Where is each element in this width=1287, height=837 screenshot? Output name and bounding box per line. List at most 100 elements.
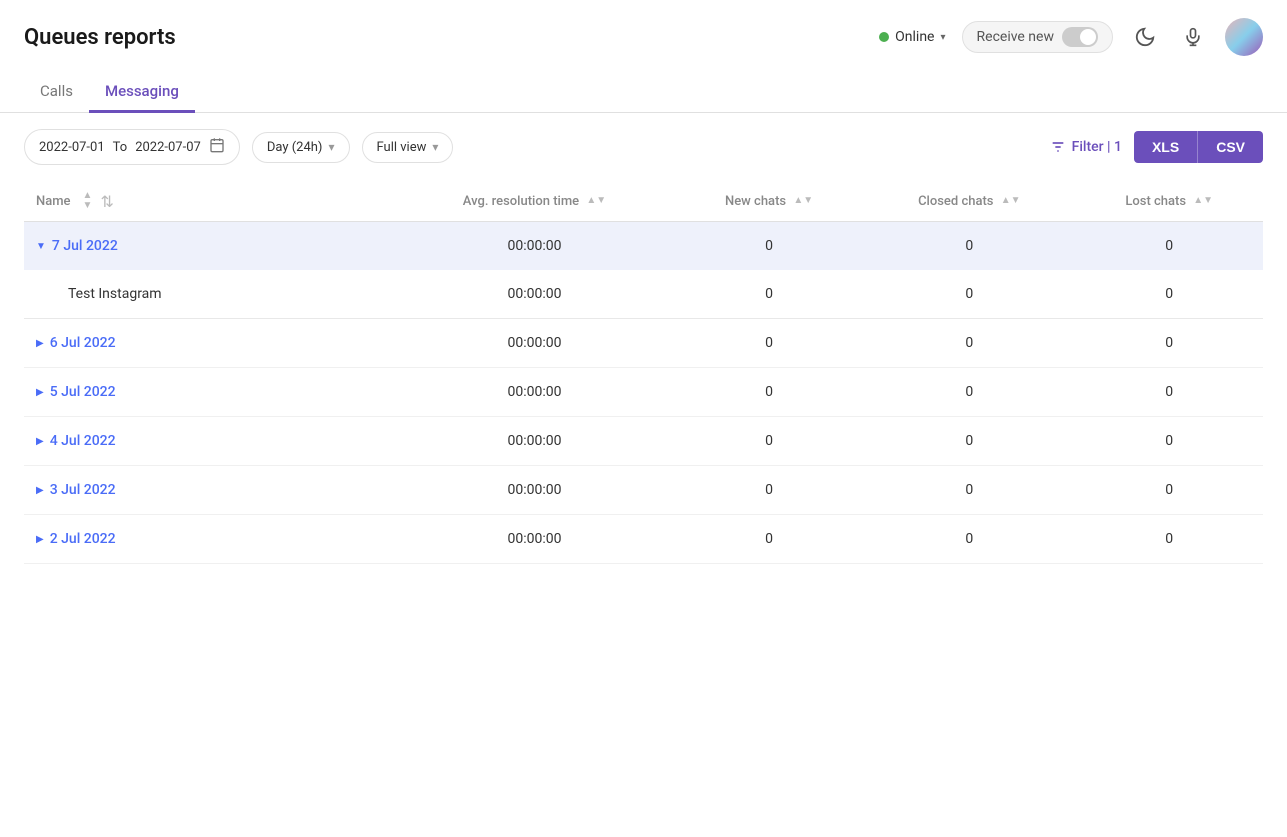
toolbar: 2022-07-01 To 2022-07-07 Day (24h) ▾ Ful… bbox=[0, 113, 1287, 181]
date-expand-button[interactable]: ▶ 4 Jul 2022 bbox=[36, 433, 382, 449]
period-chevron-icon: ▾ bbox=[328, 140, 334, 154]
date-label-text: 7 Jul 2022 bbox=[52, 238, 118, 254]
export-buttons: XLS CSV bbox=[1134, 131, 1263, 163]
date-expand-button[interactable]: ▶ 6 Jul 2022 bbox=[36, 335, 382, 351]
calendar-icon bbox=[209, 137, 225, 157]
tab-calls[interactable]: Calls bbox=[24, 72, 89, 113]
page-title: Queues reports bbox=[24, 25, 176, 50]
table-row: ▶ 3 Jul 2022 00:00:00 0 0 0 bbox=[24, 466, 1263, 515]
row-new-chats: 0 bbox=[675, 222, 863, 271]
row-lost-chats: 0 bbox=[1075, 319, 1263, 368]
col-controls-icon[interactable]: ⇅ bbox=[100, 192, 113, 211]
col-avg-label: Avg. resolution time bbox=[463, 194, 579, 209]
row-date-cell[interactable]: ▶ 6 Jul 2022 bbox=[24, 319, 394, 368]
filter-label: Filter | 1 bbox=[1072, 139, 1122, 155]
online-status[interactable]: Online ▾ bbox=[879, 29, 945, 45]
row-new-chats: 0 bbox=[675, 368, 863, 417]
date-expand-button[interactable]: ▶ 3 Jul 2022 bbox=[36, 482, 382, 498]
expand-icon: ▶ bbox=[36, 485, 44, 496]
row-closed-chats: 0 bbox=[863, 466, 1075, 515]
row-lost-chats: 0 bbox=[1075, 368, 1263, 417]
date-expand-button[interactable]: ▶ 5 Jul 2022 bbox=[36, 384, 382, 400]
user-avatar[interactable] bbox=[1225, 18, 1263, 56]
col-header-avg-resolution[interactable]: Avg. resolution time ▲▼ bbox=[394, 181, 675, 222]
date-range-picker[interactable]: 2022-07-01 To 2022-07-07 bbox=[24, 129, 240, 165]
view-label: Full view bbox=[377, 140, 427, 155]
row-date-cell[interactable]: ▼ 7 Jul 2022 bbox=[24, 222, 394, 271]
row-avg-resolution: 00:00:00 bbox=[394, 417, 675, 466]
col-new-sort-icon: ▲▼ bbox=[793, 196, 813, 206]
col-header-new-chats[interactable]: New chats ▲▼ bbox=[675, 181, 863, 222]
date-label-text: 6 Jul 2022 bbox=[50, 335, 116, 351]
row-avg-resolution: 00:00:00 bbox=[394, 222, 675, 271]
col-closed-chats-label: Closed chats bbox=[918, 194, 993, 209]
row-new-chats: 0 bbox=[675, 466, 863, 515]
child-closed-chats: 0 bbox=[863, 270, 1075, 319]
xls-button[interactable]: XLS bbox=[1134, 131, 1197, 163]
tab-messaging[interactable]: Messaging bbox=[89, 72, 195, 113]
theme-icon[interactable] bbox=[1129, 21, 1161, 53]
row-closed-chats: 0 bbox=[863, 368, 1075, 417]
date-label-text: 2 Jul 2022 bbox=[50, 531, 116, 547]
date-label-text: 4 Jul 2022 bbox=[50, 433, 116, 449]
row-closed-chats: 0 bbox=[863, 417, 1075, 466]
period-select[interactable]: Day (24h) ▾ bbox=[252, 132, 350, 163]
date-expand-button[interactable]: ▶ 2 Jul 2022 bbox=[36, 531, 382, 547]
row-avg-resolution: 00:00:00 bbox=[394, 368, 675, 417]
filter-button[interactable]: Filter | 1 bbox=[1050, 139, 1122, 155]
table-row: ▶ 2 Jul 2022 00:00:00 0 0 0 bbox=[24, 515, 1263, 564]
expand-icon: ▶ bbox=[36, 436, 44, 447]
col-header-lost-chats[interactable]: Lost chats ▲▼ bbox=[1075, 181, 1263, 222]
row-lost-chats: 0 bbox=[1075, 222, 1263, 271]
online-dot-icon bbox=[879, 32, 889, 42]
receive-new-toggle[interactable]: Receive new bbox=[962, 21, 1113, 53]
row-closed-chats: 0 bbox=[863, 319, 1075, 368]
row-date-cell[interactable]: ▶ 5 Jul 2022 bbox=[24, 368, 394, 417]
row-date-cell[interactable]: ▶ 4 Jul 2022 bbox=[24, 417, 394, 466]
row-date-cell[interactable]: ▶ 3 Jul 2022 bbox=[24, 466, 394, 515]
row-lost-chats: 0 bbox=[1075, 466, 1263, 515]
microphone-icon[interactable] bbox=[1177, 21, 1209, 53]
row-date-cell[interactable]: ▶ 2 Jul 2022 bbox=[24, 515, 394, 564]
tabs: Calls Messaging bbox=[0, 72, 1287, 113]
date-expand-button[interactable]: ▼ 7 Jul 2022 bbox=[36, 238, 382, 254]
col-lost-sort-icon: ▲▼ bbox=[1193, 196, 1213, 206]
table-header-row: Name ▲▼ ⇅ Avg. resolution time ▲▼ New ch… bbox=[24, 181, 1263, 222]
row-closed-chats: 0 bbox=[863, 515, 1075, 564]
date-to: 2022-07-07 bbox=[135, 140, 201, 155]
col-name-label: Name bbox=[36, 194, 71, 209]
view-select[interactable]: Full view ▾ bbox=[362, 132, 454, 163]
receive-new-label: Receive new bbox=[977, 29, 1054, 45]
row-avg-resolution: 00:00:00 bbox=[394, 515, 675, 564]
col-closed-sort-icon: ▲▼ bbox=[1001, 196, 1021, 206]
table-container: Name ▲▼ ⇅ Avg. resolution time ▲▼ New ch… bbox=[0, 181, 1287, 564]
period-label: Day (24h) bbox=[267, 140, 323, 155]
row-new-chats: 0 bbox=[675, 319, 863, 368]
col-avg-sort-icon: ▲▼ bbox=[586, 196, 606, 206]
header-right: Online ▾ Receive new bbox=[879, 18, 1263, 56]
expand-icon: ▶ bbox=[36, 387, 44, 398]
col-lost-chats-label: Lost chats bbox=[1125, 194, 1186, 209]
col-header-name[interactable]: Name ▲▼ ⇅ bbox=[24, 181, 394, 222]
view-chevron-icon: ▾ bbox=[432, 140, 438, 154]
col-header-closed-chats[interactable]: Closed chats ▲▼ bbox=[863, 181, 1075, 222]
row-avg-resolution: 00:00:00 bbox=[394, 319, 675, 368]
expand-icon: ▶ bbox=[36, 534, 44, 545]
csv-button[interactable]: CSV bbox=[1197, 131, 1263, 163]
table-row-child: Test Instagram 00:00:00 0 0 0 bbox=[24, 270, 1263, 319]
row-new-chats: 0 bbox=[675, 515, 863, 564]
date-label-text: 5 Jul 2022 bbox=[50, 384, 116, 400]
toggle-switch[interactable] bbox=[1062, 27, 1098, 47]
data-table: Name ▲▼ ⇅ Avg. resolution time ▲▼ New ch… bbox=[24, 181, 1263, 564]
table-row: ▶ 6 Jul 2022 00:00:00 0 0 0 bbox=[24, 319, 1263, 368]
row-lost-chats: 0 bbox=[1075, 417, 1263, 466]
row-closed-chats: 0 bbox=[863, 222, 1075, 271]
table-row: ▶ 5 Jul 2022 00:00:00 0 0 0 bbox=[24, 368, 1263, 417]
online-label: Online bbox=[895, 29, 934, 45]
row-lost-chats: 0 bbox=[1075, 515, 1263, 564]
child-avg-resolution: 00:00:00 bbox=[394, 270, 675, 319]
table-row: ▶ 4 Jul 2022 00:00:00 0 0 0 bbox=[24, 417, 1263, 466]
date-from: 2022-07-01 bbox=[39, 140, 105, 155]
child-name-text: Test Instagram bbox=[36, 286, 162, 302]
online-chevron-icon: ▾ bbox=[940, 32, 945, 43]
